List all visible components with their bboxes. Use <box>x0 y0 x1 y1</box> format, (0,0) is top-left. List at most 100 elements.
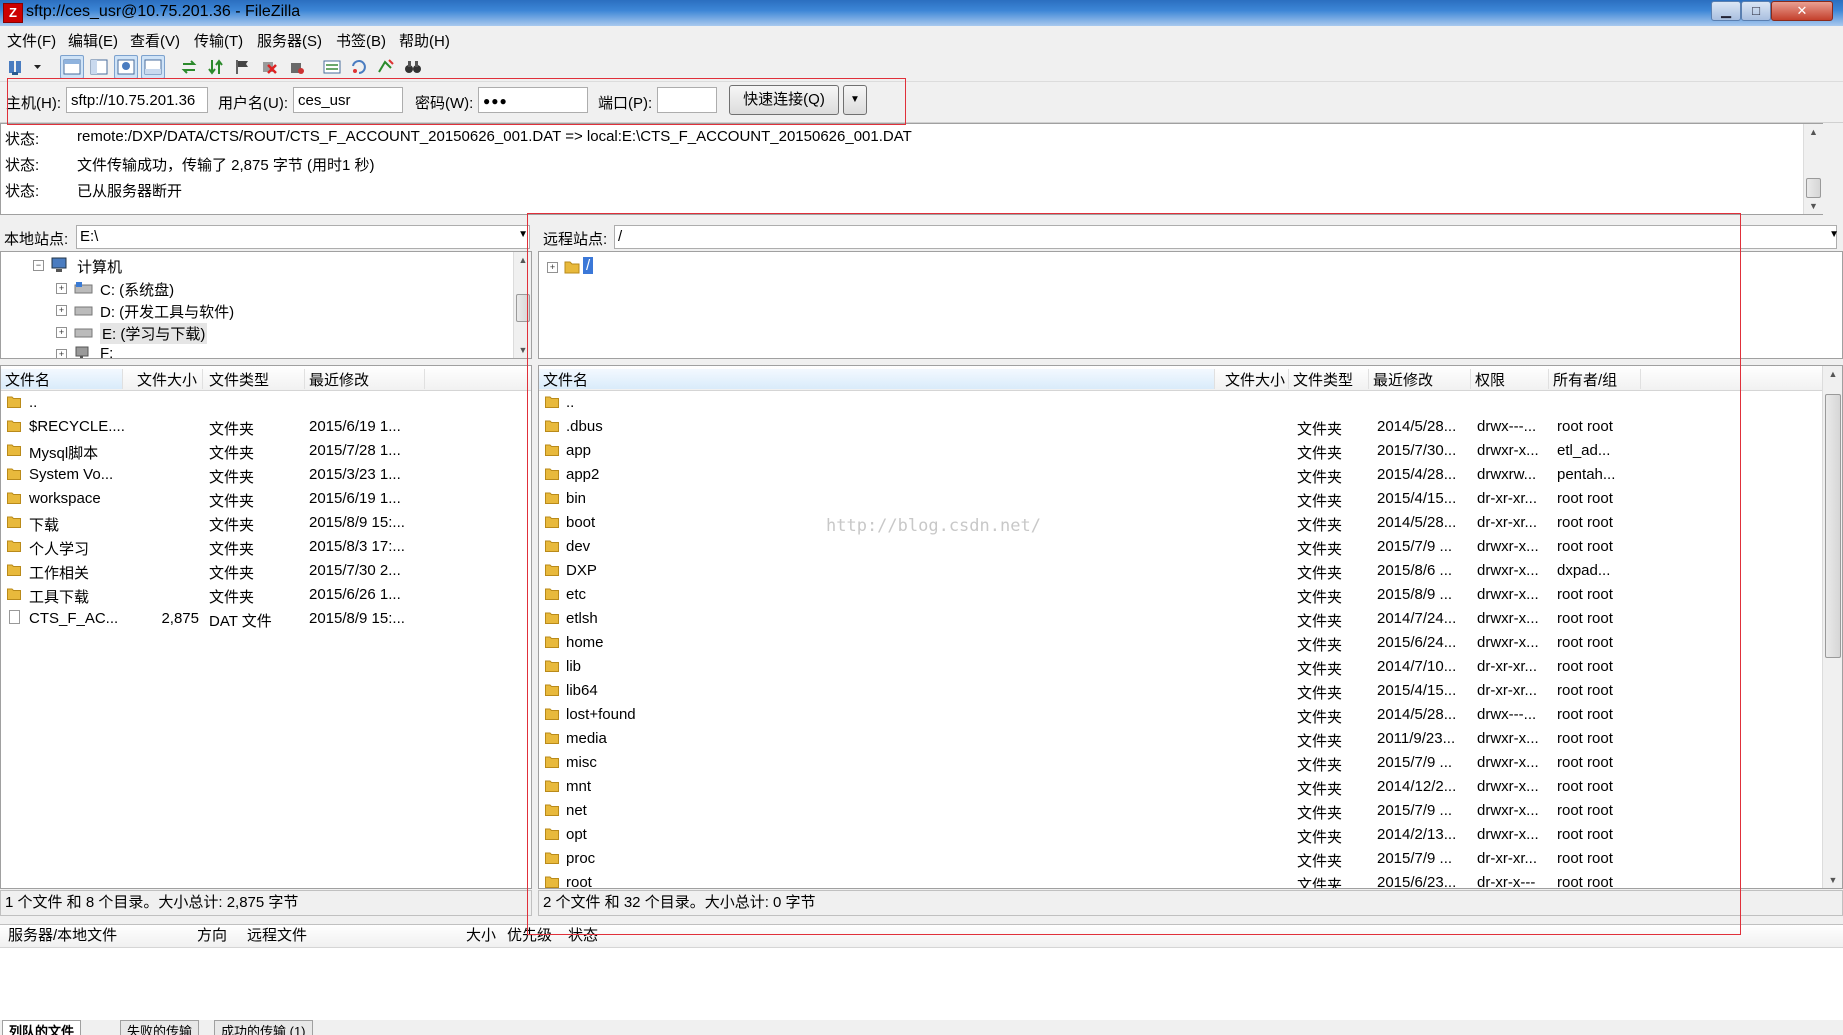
toggle-queue-icon[interactable] <box>141 55 165 79</box>
minimize-button[interactable]: ▁ <box>1711 1 1741 21</box>
cancel-operation-icon[interactable] <box>258 55 282 79</box>
local-file-row[interactable]: System Vo... 文件夹 2015/3/23 1... <box>1 463 531 487</box>
remote-file-row[interactable]: etlsh 文件夹 2014/7/24... drwxr-x... root root <box>539 607 1820 631</box>
col-filename[interactable]: 文件名 <box>1 369 123 389</box>
remote-file-row[interactable]: lib64 文件夹 2015/4/15... dr-xr-xr... root root <box>539 679 1820 703</box>
remote-file-row[interactable]: boot 文件夹 2014/5/28... dr-xr-xr... root root <box>539 511 1820 535</box>
local-file-row[interactable]: 下载 文件夹 2015/8/9 15:... <box>1 511 531 535</box>
expand-icon[interactable]: + <box>56 283 67 294</box>
remote-file-row[interactable]: dev 文件夹 2015/7/9 ... drwxr-x... root root <box>539 535 1820 559</box>
compare-directories-icon[interactable] <box>320 55 344 79</box>
remote-file-row[interactable]: media 文件夹 2011/9/23... drwxr-x... root root <box>539 727 1820 751</box>
menu-help[interactable]: 帮助(H) <box>399 30 450 51</box>
menu-transfer[interactable]: 传输(T) <box>194 30 243 51</box>
col-modified[interactable]: 最近修改 <box>1369 369 1471 389</box>
remote-file-row[interactable]: app2 文件夹 2015/4/28... drwxrw... pentah... <box>539 463 1820 487</box>
local-file-row[interactable]: 工作相关 文件夹 2015/7/30 2... <box>1 559 531 583</box>
scroll-down-arrow-icon[interactable]: ▼ <box>1823 872 1842 888</box>
local-file-row[interactable]: workspace 文件夹 2015/6/19 1... <box>1 487 531 511</box>
col-server-local-file[interactable]: 服务器/本地文件 <box>8 925 117 947</box>
col-filename[interactable]: 文件名 <box>539 369 1215 389</box>
remote-file-row[interactable]: proc 文件夹 2015/7/9 ... dr-xr-xr... root root <box>539 847 1820 871</box>
scroll-down-arrow-icon[interactable]: ▼ <box>514 342 531 358</box>
remote-path-input[interactable]: / <box>614 225 1837 249</box>
local-file-row[interactable]: $RECYCLE.... 文件夹 2015/6/19 1... <box>1 415 531 439</box>
site-manager-dropdown-icon[interactable] <box>30 55 44 79</box>
log-scrollbar[interactable]: ▲ ▼ <box>1803 124 1823 214</box>
local-file-row[interactable]: Mysql脚本 文件夹 2015/7/28 1... <box>1 439 531 463</box>
col-owner-group[interactable]: 所有者/组 <box>1549 369 1641 389</box>
remote-file-row[interactable]: lib 文件夹 2014/7/10... dr-xr-xr... root root <box>539 655 1820 679</box>
local-file-row[interactable]: 个人学习 文件夹 2015/8/3 17:... <box>1 535 531 559</box>
expand-icon[interactable]: + <box>56 327 67 338</box>
col-status[interactable]: 状态 <box>568 925 598 947</box>
port-input[interactable] <box>657 87 717 113</box>
col-filesize[interactable]: 文件大小 <box>133 369 203 389</box>
sync-browse-icon[interactable] <box>347 55 371 79</box>
remote-file-row[interactable]: app 文件夹 2015/7/30... drwxr-x... etl_ad... <box>539 439 1820 463</box>
scroll-up-arrow-icon[interactable]: ▲ <box>514 252 531 268</box>
local-tree-scroll-thumb[interactable] <box>516 294 530 322</box>
log-scroll-thumb[interactable] <box>1806 178 1821 198</box>
menu-view[interactable]: 查看(V) <box>130 30 180 51</box>
search-binoculars-icon[interactable] <box>401 55 425 79</box>
tab-failed-transfers[interactable]: 失败的传输 <box>120 1020 200 1035</box>
refresh-icon[interactable] <box>177 55 201 79</box>
expand-icon[interactable]: + <box>56 349 67 358</box>
local-tree-scrollbar[interactable]: ▲ ▼ <box>513 252 531 358</box>
expand-icon[interactable]: + <box>56 305 67 316</box>
remote-list-scroll-thumb[interactable] <box>1825 394 1841 658</box>
toggle-remote-tree-icon[interactable] <box>114 55 138 79</box>
col-direction[interactable]: 方向 <box>197 925 227 947</box>
local-file-row[interactable]: 工具下载 文件夹 2015/6/26 1... <box>1 583 531 607</box>
remote-file-row[interactable]: DXP 文件夹 2015/8/6 ... drwxr-x... dxpad... <box>539 559 1820 583</box>
menu-bookmarks[interactable]: 书签(B) <box>336 30 386 51</box>
remote-file-row[interactable]: .dbus 文件夹 2014/5/28... drwx---... root root <box>539 415 1820 439</box>
filter-icon[interactable] <box>231 55 255 79</box>
col-modified[interactable]: 最近修改 <box>305 369 425 389</box>
password-input[interactable]: ●●● <box>478 87 588 113</box>
menu-server[interactable]: 服务器(S) <box>257 30 322 51</box>
site-manager-icon[interactable] <box>4 55 28 79</box>
col-filetype[interactable]: 文件类型 <box>1289 369 1369 389</box>
col-priority[interactable]: 优先级 <box>507 925 552 947</box>
maximize-button[interactable]: □ <box>1741 1 1771 21</box>
col-filetype[interactable]: 文件类型 <box>205 369 305 389</box>
scroll-down-arrow-icon[interactable]: ▼ <box>1804 198 1823 214</box>
local-file-row[interactable]: CTS_F_AC... 2,875 DAT 文件 2015/8/9 15:... <box>1 607 531 631</box>
disconnect-icon[interactable] <box>285 55 309 79</box>
remote-file-row[interactable]: etc 文件夹 2015/8/9 ... drwxr-x... root root <box>539 583 1820 607</box>
menu-edit[interactable]: 编辑(E) <box>68 30 118 51</box>
col-size[interactable]: 大小 <box>466 925 496 947</box>
tab-queued-files[interactable]: 列队的文件 <box>2 1020 82 1035</box>
remote-file-row[interactable]: root 文件夹 2015/6/23... dr-xr-x--- root root <box>539 871 1820 888</box>
scroll-up-arrow-icon[interactable]: ▲ <box>1823 366 1842 382</box>
local-path-dropdown-icon[interactable]: ▼ <box>518 229 528 240</box>
menu-file[interactable]: 文件(F) <box>7 30 56 51</box>
remote-file-row[interactable]: misc 文件夹 2015/7/9 ... drwxr-x... root root <box>539 751 1820 775</box>
collapse-icon[interactable]: − <box>33 260 44 271</box>
local-path-input[interactable]: E:\ <box>76 225 530 249</box>
username-input[interactable]: ces_usr <box>293 87 403 113</box>
local-file-row[interactable]: .. <box>1 391 531 415</box>
tab-successful-transfers[interactable]: 成功的传输 (1) <box>214 1020 313 1035</box>
remote-file-row[interactable]: mnt 文件夹 2014/12/2... drwxr-x... root root <box>539 775 1820 799</box>
remote-path-dropdown-icon[interactable]: ▼ <box>1829 229 1839 240</box>
scroll-up-arrow-icon[interactable]: ▲ <box>1804 124 1823 140</box>
toggle-local-tree-icon[interactable] <box>87 55 111 79</box>
process-queue-icon[interactable] <box>204 55 228 79</box>
close-button[interactable]: ✕ <box>1771 1 1833 21</box>
remote-file-row[interactable]: net 文件夹 2015/7/9 ... drwxr-x... root root <box>539 799 1820 823</box>
host-input[interactable]: sftp://10.75.201.36 <box>66 87 208 113</box>
remote-file-row[interactable]: bin 文件夹 2015/4/15... dr-xr-xr... root root <box>539 487 1820 511</box>
remote-file-row[interactable]: .. <box>539 391 1820 415</box>
col-permissions[interactable]: 权限 <box>1471 369 1549 389</box>
toggle-message-log-icon[interactable] <box>60 55 84 79</box>
quickconnect-button[interactable]: 快速连接(Q) <box>729 85 839 115</box>
remote-file-row[interactable]: lost+found 文件夹 2014/5/28... drwx---... root … <box>539 703 1820 727</box>
transfer-icon[interactable] <box>374 55 398 79</box>
expand-icon[interactable]: + <box>547 262 558 273</box>
col-filesize[interactable]: 文件大小 <box>1221 369 1289 389</box>
remote-list-scrollbar[interactable]: ▲ ▼ <box>1822 366 1842 888</box>
remote-file-row[interactable]: opt 文件夹 2014/2/13... drwxr-x... root root <box>539 823 1820 847</box>
